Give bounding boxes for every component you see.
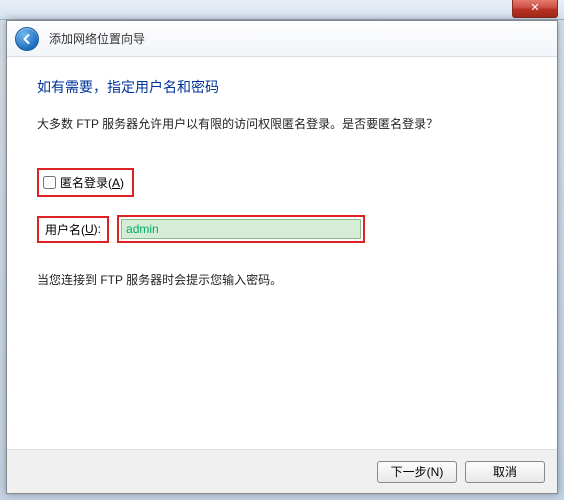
- page-description: 大多数 FTP 服务器允许用户以有限的访问权限匿名登录。是否要匿名登录？: [37, 115, 527, 132]
- anonymous-login-row: 匿名登录(A): [37, 168, 134, 197]
- wizard-footer: 下一步(N) 取消: [7, 449, 557, 493]
- password-note: 当您连接到 FTP 服务器时会提示您输入密码。: [37, 271, 527, 288]
- close-button[interactable]: ✕: [512, 0, 558, 18]
- wizard-window: 添加网络位置向导 如有需要，指定用户名和密码 大多数 FTP 服务器允许用户以有…: [6, 20, 558, 494]
- next-button[interactable]: 下一步(N): [377, 461, 457, 483]
- anonymous-login-checkbox[interactable]: [43, 176, 56, 189]
- cancel-button[interactable]: 取消: [465, 461, 545, 483]
- wizard-title: 添加网络位置向导: [49, 30, 145, 47]
- back-arrow-icon: [21, 33, 33, 45]
- username-row: 用户名(U):: [37, 215, 527, 243]
- username-input-highlight: [117, 215, 365, 243]
- username-input[interactable]: [121, 219, 361, 239]
- wizard-header: 添加网络位置向导: [7, 21, 557, 57]
- back-button[interactable]: [15, 27, 39, 51]
- username-label: 用户名(U):: [37, 216, 109, 243]
- window-titlebar: ✕: [0, 0, 564, 20]
- anonymous-login-label[interactable]: 匿名登录(A): [60, 174, 124, 191]
- wizard-body: 如有需要，指定用户名和密码 大多数 FTP 服务器允许用户以有限的访问权限匿名登…: [7, 57, 557, 449]
- page-heading: 如有需要，指定用户名和密码: [37, 77, 527, 97]
